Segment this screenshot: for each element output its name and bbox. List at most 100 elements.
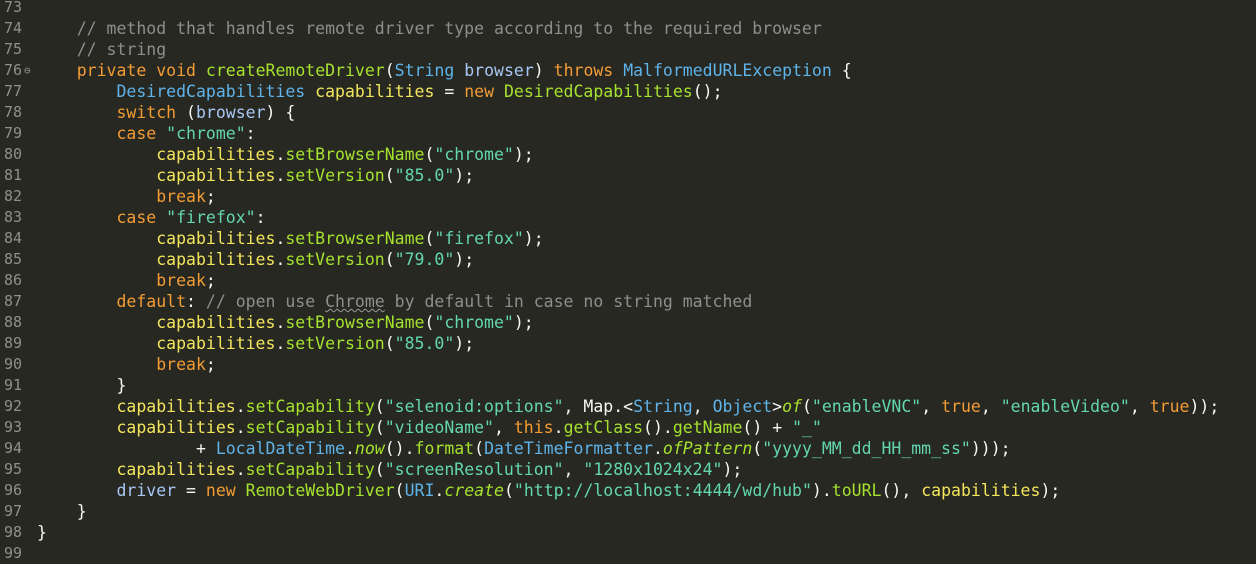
code-token: ( <box>752 439 763 458</box>
line-code: capabilities.setVersion("85.0"); <box>37 165 474 186</box>
code-line[interactable]: 97 } <box>0 501 1256 522</box>
line-number: 94 <box>4 439 23 457</box>
code-token: "enableVNC" <box>811 397 922 416</box>
code-line[interactable]: 93 capabilities.setCapability("videoName… <box>0 417 1256 438</box>
code-line[interactable]: 90 break; <box>0 354 1256 375</box>
code-token: "screenResolution" <box>384 460 564 479</box>
code-token: "chrome" <box>166 124 246 143</box>
code-token: . <box>275 145 286 164</box>
code-token: ); <box>1040 481 1061 500</box>
code-token: "enableVideo" <box>1000 397 1130 416</box>
code-token: } <box>37 502 87 521</box>
code-line[interactable]: 76 ⊖ private void createRemoteDriver(Stri… <box>0 60 1256 81</box>
code-token: ( <box>384 250 395 269</box>
code-token: ))); <box>970 439 1011 458</box>
code-line[interactable]: 91 } <box>0 375 1256 396</box>
code-token: URI <box>404 481 435 500</box>
code-token: of <box>782 397 802 416</box>
line-number: 85 <box>4 250 23 268</box>
code-token: setBrowserName <box>285 313 425 332</box>
code-token: . <box>235 460 246 479</box>
line-number: 74 <box>4 19 23 37</box>
line-code: default: // open use Chrome by default i… <box>37 291 752 312</box>
code-token: String <box>394 61 455 80</box>
code-line[interactable]: 80 capabilities.setBrowserName("chrome")… <box>0 144 1256 165</box>
code-token: capabilities <box>921 481 1041 500</box>
code-token: } <box>37 523 47 542</box>
line-number: 84 <box>4 229 23 247</box>
line-number: 96 <box>4 481 23 499</box>
code-line[interactable]: 89 capabilities.setVersion("85.0"); <box>0 333 1256 354</box>
line-number: 87 <box>4 292 23 310</box>
code-line[interactable]: 88 capabilities.setBrowserName("chrome")… <box>0 312 1256 333</box>
code-token: by default in case no string matched <box>384 292 753 311</box>
code-line[interactable]: 79 case "chrome": <box>0 123 1256 144</box>
code-token: createRemoteDriver <box>205 61 385 80</box>
code-editor[interactable]: 73 74 // method that handles remote drive… <box>0 0 1256 562</box>
code-token: getName <box>672 418 743 437</box>
code-line[interactable]: 81 capabilities.setVersion("85.0"); <box>0 165 1256 186</box>
code-line[interactable]: 74 // method that handles remote driver … <box>0 18 1256 39</box>
code-token: ( <box>374 397 385 416</box>
code-token: "chrome" <box>434 313 514 332</box>
line-number: 83 <box>4 208 23 226</box>
code-token: () + <box>742 418 793 437</box>
code-token: capabilities <box>156 229 276 248</box>
code-line[interactable]: 75 // string <box>0 39 1256 60</box>
line-code: capabilities.setVersion("79.0"); <box>37 249 474 270</box>
code-line[interactable]: 84 capabilities.setBrowserName("firefox"… <box>0 228 1256 249</box>
code-line[interactable]: 86 break; <box>0 270 1256 291</box>
line-number: 88 <box>4 313 23 331</box>
code-token: ) <box>533 61 554 80</box>
code-line[interactable]: 95 capabilities.setCapability("screenRes… <box>0 459 1256 480</box>
code-token: , <box>980 397 1001 416</box>
line-code: capabilities.setCapability("screenResolu… <box>37 459 742 480</box>
line-code: switch (browser) { <box>37 102 295 123</box>
code-line[interactable]: 73 <box>0 0 1256 18</box>
code-line[interactable]: 94 + LocalDateTime.now().format(DateTime… <box>0 438 1256 459</box>
code-token: capabilities <box>116 397 236 416</box>
code-token: : <box>255 208 266 227</box>
code-token: // string <box>37 40 167 59</box>
code-line[interactable]: 77 DesiredCapabilities capabilities = ne… <box>0 81 1256 102</box>
fold-collapse-icon[interactable]: ⊖ <box>24 60 31 81</box>
code-token: ( <box>384 61 395 80</box>
code-line[interactable]: 83 case "firefox": <box>0 207 1256 228</box>
code-line[interactable]: 78 switch (browser) { <box>0 102 1256 123</box>
code-token: "firefox" <box>166 208 256 227</box>
code-line[interactable]: 92 capabilities.setCapability("selenoid:… <box>0 396 1256 417</box>
code-token: ( <box>503 481 514 500</box>
code-token: capabilities <box>116 460 236 479</box>
code-token: setVersion <box>285 250 385 269</box>
code-token: Chrome <box>325 292 385 311</box>
line-number: 77 <box>4 82 23 100</box>
code-line[interactable]: 96 driver = new RemoteWebDriver(URI.crea… <box>0 480 1256 501</box>
code-token: capabilities <box>156 166 276 185</box>
code-line[interactable]: 87 default: // open use Chrome by defaul… <box>0 291 1256 312</box>
line-code: break; <box>37 270 216 291</box>
code-line[interactable]: 98} <box>0 522 1256 543</box>
code-token: ); <box>513 313 534 332</box>
code-token: . <box>344 439 355 458</box>
code-line[interactable]: 82 break; <box>0 186 1256 207</box>
code-token: setCapability <box>245 418 375 437</box>
line-number: 90 <box>4 355 23 373</box>
code-token: (). <box>643 418 673 437</box>
line-number: 91 <box>4 376 23 394</box>
code-token: new <box>205 481 236 500</box>
line-code: case "chrome": <box>37 123 255 144</box>
line-number: 82 <box>4 187 23 205</box>
code-line[interactable]: 85 capabilities.setVersion("79.0"); <box>0 249 1256 270</box>
line-code: capabilities.setCapability("videoName", … <box>37 417 821 438</box>
code-token: // open use <box>205 292 326 311</box>
